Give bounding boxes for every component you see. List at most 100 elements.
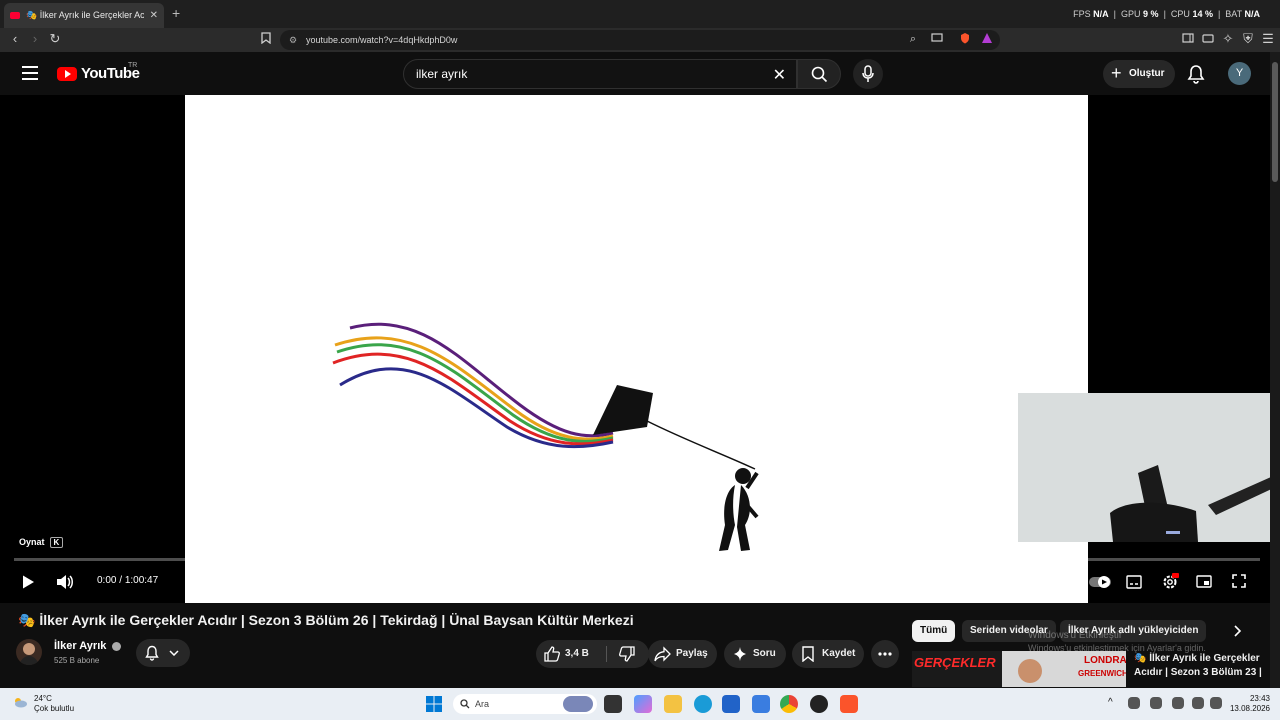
create-button[interactable]: Oluştur	[1103, 59, 1175, 88]
new-tab-button[interactable]: +	[172, 5, 180, 21]
settings-gear-icon[interactable]	[1161, 573, 1179, 591]
next-video-thumbnail[interactable]: GERÇEKLER LONDRA GREENWICH	[912, 651, 1126, 687]
guide-menu-icon[interactable]	[22, 66, 38, 80]
watermark-line1: Windows'u Etkinleştir	[1028, 630, 1123, 641]
weather-condition: Çok bulutlu	[34, 704, 75, 713]
tab-close-icon[interactable]: ✕	[150, 10, 158, 21]
sidebar-toggle-icon[interactable]	[1181, 32, 1195, 46]
notifications-bell-icon[interactable]	[1187, 64, 1205, 89]
country-code: TR	[128, 62, 138, 69]
scrollbar-thumb[interactable]	[1272, 62, 1278, 182]
cast-icon[interactable]	[930, 32, 944, 46]
forward-icon[interactable]: ›	[28, 32, 42, 46]
edge-icon[interactable]	[694, 695, 712, 713]
menu-icon[interactable]: ☰	[1261, 32, 1275, 46]
thumb-text-londra: LONDRA	[1084, 655, 1126, 666]
leo-ai-icon[interactable]: ✧	[1221, 32, 1235, 46]
bookmark-icon[interactable]	[259, 32, 273, 46]
tooltip-shortcut-key: K	[49, 537, 64, 548]
bell-icon	[145, 645, 159, 661]
reload-icon[interactable]: ↻	[48, 32, 62, 46]
channel-avatar[interactable]	[16, 639, 42, 665]
save-button[interactable]: Kaydet	[792, 640, 864, 668]
windows-taskbar: 24°C Çok bulutlu Ara ^ 23:43 13.08.2026	[0, 688, 1280, 720]
page-scrollbar[interactable]	[1270, 52, 1280, 688]
tray-network-icon[interactable]	[1192, 697, 1204, 709]
weather-widget[interactable]: 24°C Çok bulutlu	[12, 694, 74, 714]
brave-shield-icon[interactable]	[958, 32, 972, 46]
more-actions-button[interactable]	[871, 640, 899, 668]
youtube-favicon-icon	[10, 12, 20, 19]
duration: 1:00:47	[124, 575, 159, 586]
tray-volume-icon[interactable]	[1210, 697, 1222, 709]
chip-all[interactable]: Tümü	[912, 620, 956, 642]
microsoft-store-icon[interactable]	[722, 695, 740, 713]
browser-toolbar: ‹ › ↻ ⚙ youtube.com/watch?v=4dqHkdphD0w …	[0, 28, 1280, 52]
tray-mic-icon[interactable]	[1172, 697, 1184, 709]
taskbar-search-placeholder: Ara	[475, 699, 490, 709]
cpu-value: 14 %	[1192, 9, 1213, 19]
chrome-icon[interactable]	[780, 695, 798, 713]
site-info-icon[interactable]: ⚙	[289, 30, 297, 50]
rewards-icon[interactable]	[980, 32, 994, 46]
voice-search-button[interactable]	[853, 59, 883, 89]
subscribed-notifications-button[interactable]	[136, 639, 190, 667]
time-separator: /	[116, 575, 125, 586]
subtitles-icon[interactable]	[1126, 575, 1142, 589]
account-avatar[interactable]: Y	[1228, 62, 1251, 85]
outlook-icon[interactable]	[752, 695, 770, 713]
ask-button[interactable]: Soru	[724, 640, 786, 668]
tray-cloud-icon[interactable]	[1150, 697, 1162, 709]
brave-browser-icon[interactable]	[840, 695, 858, 713]
miniplayer-icon[interactable]	[1196, 575, 1212, 588]
progress-bar[interactable]	[14, 558, 1260, 561]
taskbar-clock[interactable]: 23:43 13.08.2026	[1228, 694, 1270, 714]
share-button[interactable]: Paylaş	[648, 640, 717, 668]
video-frame[interactable]	[185, 95, 1088, 603]
search-highlight-image	[563, 696, 593, 712]
next-video-title[interactable]: 🎭 İlker Ayrık ile Gerçekler Acıdır | Sez…	[1134, 652, 1270, 680]
tray-sync-icon[interactable]	[1128, 697, 1140, 709]
share-label: Paylaş	[676, 648, 708, 659]
chevron-right-icon[interactable]	[1234, 625, 1242, 637]
search-icon	[460, 699, 470, 709]
task-view-icon[interactable]	[604, 695, 622, 713]
gpu-label: GPU	[1121, 9, 1141, 19]
webcam-overlay	[1018, 393, 1280, 542]
search-input[interactable]: ilker ayrık ✕	[403, 59, 797, 89]
youtube-logo[interactable]: YouTube TR	[57, 62, 140, 82]
kite-animation-image	[332, 322, 759, 551]
cloudy-weather-icon	[15, 698, 27, 708]
verified-badge-icon	[112, 641, 122, 651]
tooltip-label: Oynat	[19, 537, 45, 547]
file-explorer-icon[interactable]	[664, 695, 682, 713]
search-button[interactable]	[797, 59, 841, 89]
browser-tab[interactable]: 🎭 İlker Ayrık ile Gerçekler Acıdır ✕	[4, 3, 164, 28]
fullscreen-icon[interactable]	[1232, 574, 1246, 588]
sparkle-icon	[734, 647, 746, 661]
microphone-icon	[862, 65, 874, 82]
copilot-icon[interactable]	[634, 695, 652, 713]
taskbar-search[interactable]: Ara	[453, 694, 597, 714]
zoom-icon[interactable]: ⌕	[906, 32, 920, 46]
like-button[interactable]: 3,4 B	[536, 640, 606, 668]
autoplay-toggle-icon[interactable]	[1088, 575, 1112, 589]
channel-name-text: İlker Ayrık	[54, 640, 107, 652]
wallet-icon[interactable]	[1201, 32, 1215, 46]
volume-icon[interactable]	[56, 574, 74, 590]
dislike-button[interactable]	[607, 640, 649, 668]
chevron-down-icon	[169, 650, 179, 656]
channel-name[interactable]: İlker Ayrık	[54, 640, 122, 652]
search-icon	[811, 66, 828, 83]
clear-search-icon[interactable]: ✕	[773, 65, 786, 85]
youtube-header: YouTube TR ilker ayrık ✕ Oluştur Y	[0, 52, 1270, 96]
search-query: ilker ayrık	[416, 67, 468, 81]
obs-icon[interactable]	[810, 695, 828, 713]
back-icon[interactable]: ‹	[8, 32, 22, 46]
windows-start-icon[interactable]	[426, 696, 442, 712]
cpu-label: CPU	[1170, 9, 1190, 19]
tray-chevron-icon[interactable]: ^	[1108, 697, 1113, 708]
play-icon[interactable]	[20, 574, 36, 590]
address-bar[interactable]: ⚙ youtube.com/watch?v=4dqHkdphD0w	[280, 30, 1000, 50]
vpn-icon[interactable]: ⛨	[1241, 32, 1255, 46]
